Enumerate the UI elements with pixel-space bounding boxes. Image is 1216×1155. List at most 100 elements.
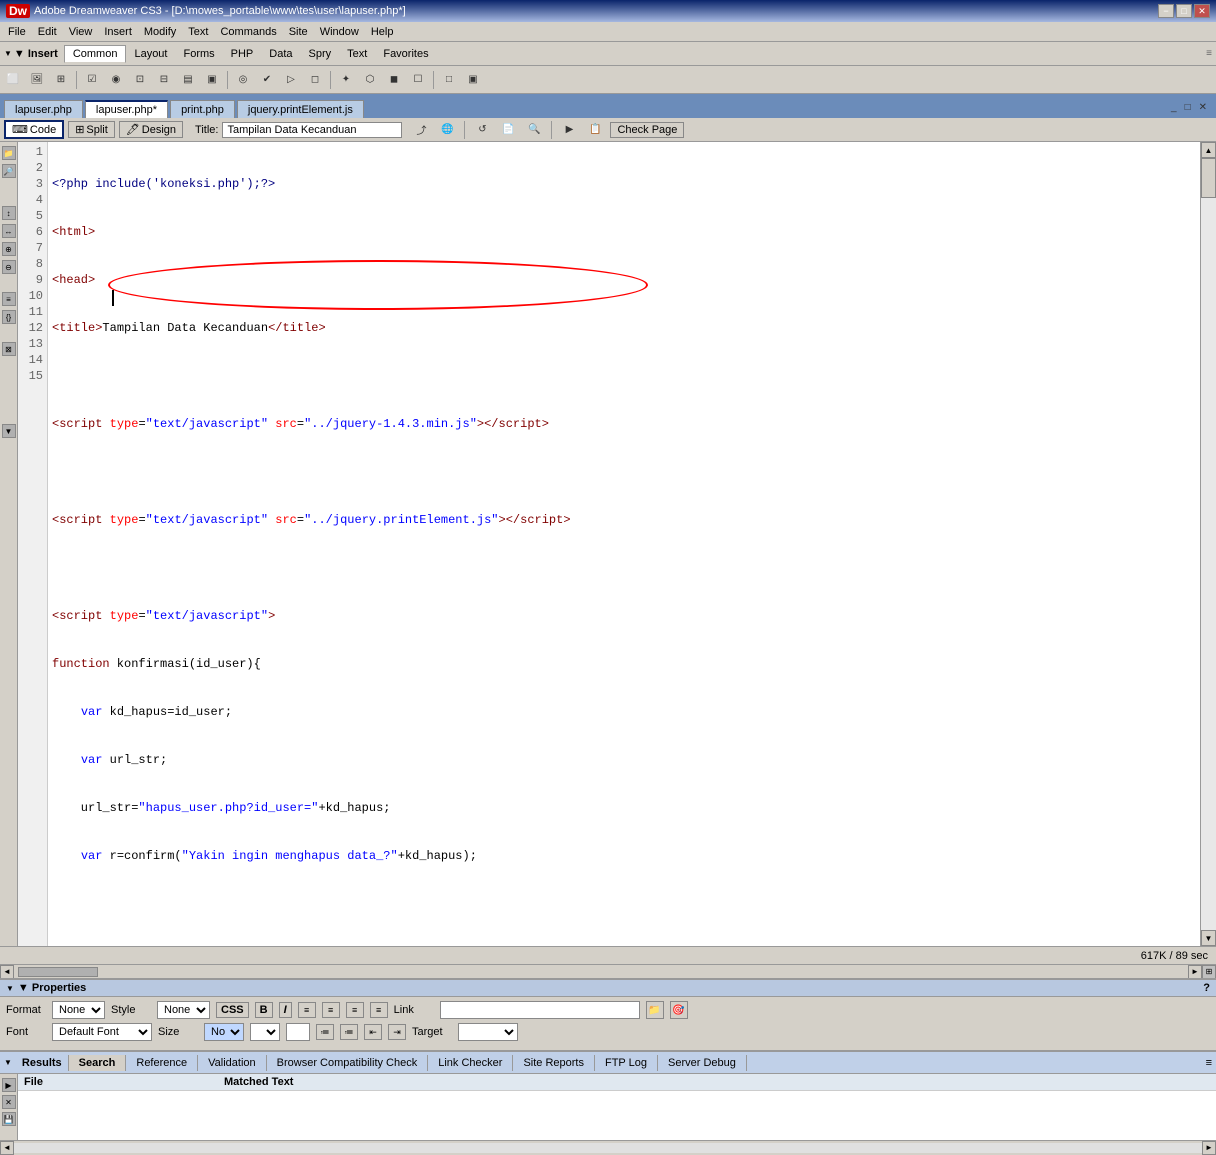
menu-commands[interactable]: Commands <box>214 24 282 40</box>
align-left-btn[interactable]: ≡ <box>298 1002 316 1018</box>
scroll-down-btn[interactable]: ▼ <box>1201 930 1216 946</box>
tb-icon-11[interactable]: ✔ <box>256 69 278 91</box>
menu-insert[interactable]: Insert <box>98 24 138 40</box>
sidebar-icon-8[interactable]: {} <box>2 310 16 324</box>
close-button[interactable]: ✕ <box>1194 4 1210 18</box>
h-scroll-thumb[interactable] <box>18 967 98 977</box>
menu-help[interactable]: Help <box>365 24 400 40</box>
tab-jquery-print[interactable]: jquery.printElement.js <box>237 100 364 118</box>
tab-layout[interactable]: Layout <box>126 46 175 62</box>
file-mgmt-icon-3[interactable]: 📄 <box>497 119 519 141</box>
tb-icon-10[interactable]: ◎ <box>232 69 254 91</box>
tb-icon-15[interactable]: ⬡ <box>359 69 381 91</box>
check-page-btn[interactable]: Check Page <box>610 122 684 138</box>
link-folder-icon[interactable]: 📁 <box>646 1001 664 1019</box>
validate-icon[interactable]: 📋 <box>584 119 606 141</box>
sidebar-icon-9[interactable]: ⊠ <box>2 342 16 356</box>
results-toggle[interactable]: ▼ <box>0 1056 16 1069</box>
link-target-icon[interactable]: 🎯 <box>670 1001 688 1019</box>
list-unordered-btn[interactable]: ≔ <box>316 1024 334 1040</box>
css-button[interactable]: CSS <box>216 1002 249 1018</box>
restore-button[interactable]: □ <box>1176 4 1192 18</box>
minimize-button[interactable]: − <box>1158 4 1174 18</box>
sidebar-icon-6[interactable]: ⊖ <box>2 260 16 274</box>
tb-icon-14[interactable]: ✦ <box>335 69 357 91</box>
scroll-right-btn[interactable]: ► <box>1188 965 1202 979</box>
tb-icon-6[interactable]: ⊡ <box>129 69 151 91</box>
target-select[interactable] <box>458 1023 518 1041</box>
list-ordered-btn[interactable]: ≔ <box>340 1024 358 1040</box>
bottom-h-scrollbar[interactable]: ◄ ► <box>0 1140 1216 1154</box>
tab-php[interactable]: PHP <box>223 46 262 62</box>
tb-icon-19[interactable]: ▣ <box>462 69 484 91</box>
page-title-input[interactable] <box>222 122 402 138</box>
menu-text[interactable]: Text <box>182 24 214 40</box>
tab-ftp-log[interactable]: FTP Log <box>595 1055 658 1071</box>
debug-icon[interactable]: 🔍 <box>523 119 545 141</box>
tb-icon-1[interactable]: ⬜ <box>2 69 24 91</box>
code-view-btn[interactable]: ⌨ Code <box>4 120 64 139</box>
sidebar-icon-1[interactable]: 📁 <box>2 146 16 160</box>
size-select[interactable]: None <box>204 1023 244 1041</box>
bottom-scrollbar[interactable]: ◄ ► ⊞ <box>0 964 1216 978</box>
tab-validation[interactable]: Validation <box>198 1055 267 1071</box>
doc-close[interactable]: ✕ <box>1196 101 1210 114</box>
tb-icon-12[interactable]: ▷ <box>280 69 302 91</box>
align-right-btn[interactable]: ≡ <box>346 1002 364 1018</box>
tab-lapuser[interactable]: lapuser.php <box>4 100 83 118</box>
results-save-icon[interactable]: 💾 <box>2 1112 16 1126</box>
code-content[interactable]: <?php include('koneksi.php');?> <html> <… <box>48 142 1200 946</box>
doc-minimize[interactable]: _ <box>1168 101 1180 114</box>
refresh-icon[interactable]: ↺ <box>471 119 493 141</box>
italic-button[interactable]: I <box>279 1002 292 1018</box>
results-stop-icon[interactable]: ✕ <box>2 1095 16 1109</box>
split-view-btn[interactable]: ⊞ Split <box>68 121 115 138</box>
menu-site[interactable]: Site <box>283 24 314 40</box>
sidebar-icon-2[interactable]: 🔎 <box>2 164 16 178</box>
tab-print[interactable]: print.php <box>170 100 235 118</box>
scroll-thumb[interactable] <box>1201 158 1216 198</box>
tab-text[interactable]: Text <box>339 46 375 62</box>
doc-restore[interactable]: □ <box>1182 101 1194 114</box>
scroll-left-btn[interactable]: ◄ <box>0 965 14 979</box>
insert-bar-options[interactable]: ≡ <box>1206 48 1212 59</box>
tab-common[interactable]: Common <box>64 45 127 63</box>
tb-icon-5[interactable]: ◉ <box>105 69 127 91</box>
sidebar-icon-4[interactable]: ↔ <box>2 224 16 238</box>
sidebar-icon-5[interactable]: ⊕ <box>2 242 16 256</box>
code-view[interactable]: 12345 678910 1112131415 <?php include('k… <box>18 142 1200 946</box>
menu-edit[interactable]: Edit <box>32 24 63 40</box>
tab-lapuser-modified[interactable]: lapuser.php* <box>85 100 168 118</box>
tab-data[interactable]: Data <box>261 46 300 62</box>
tb-icon-18[interactable]: □ <box>438 69 460 91</box>
menu-view[interactable]: View <box>63 24 99 40</box>
outdent-btn[interactable]: ⇤ <box>364 1024 382 1040</box>
run-icon[interactable]: ▶ <box>558 119 580 141</box>
right-scrollbar[interactable]: ▲ ▼ <box>1200 142 1216 946</box>
align-center-btn[interactable]: ≡ <box>322 1002 340 1018</box>
font-select[interactable]: Default Font <box>52 1023 152 1041</box>
file-mgmt-icon-1[interactable]: ⤴ <box>410 119 432 141</box>
menu-window[interactable]: Window <box>314 24 365 40</box>
tb-icon-3[interactable]: ⊞ <box>50 69 72 91</box>
tab-link-checker[interactable]: Link Checker <box>428 1055 513 1071</box>
tb-icon-7[interactable]: ⊟ <box>153 69 175 91</box>
results-options[interactable]: ≡ <box>1202 1055 1216 1071</box>
tab-browser-compat[interactable]: Browser Compatibility Check <box>267 1055 429 1071</box>
align-justify-btn[interactable]: ≡ <box>370 1002 388 1018</box>
tab-site-reports[interactable]: Site Reports <box>513 1055 595 1071</box>
design-view-btn[interactable]: 🖊 Design <box>119 121 183 138</box>
scroll-up-btn[interactable]: ▲ <box>1201 142 1216 158</box>
tb-icon-4[interactable]: ☑ <box>81 69 103 91</box>
size-unit-select[interactable] <box>250 1023 280 1041</box>
h-scroll-right-btn[interactable]: ► <box>1202 1141 1216 1155</box>
tb-icon-17[interactable]: ☐ <box>407 69 429 91</box>
tab-search[interactable]: Search <box>69 1055 127 1071</box>
color-swatch[interactable] <box>286 1023 310 1041</box>
menu-modify[interactable]: Modify <box>138 24 182 40</box>
properties-help[interactable]: ? <box>1203 982 1210 994</box>
bold-button[interactable]: B <box>255 1002 273 1018</box>
sidebar-icon-7[interactable]: ≡ <box>2 292 16 306</box>
menu-file[interactable]: File <box>2 24 32 40</box>
tb-icon-8[interactable]: ▤ <box>177 69 199 91</box>
